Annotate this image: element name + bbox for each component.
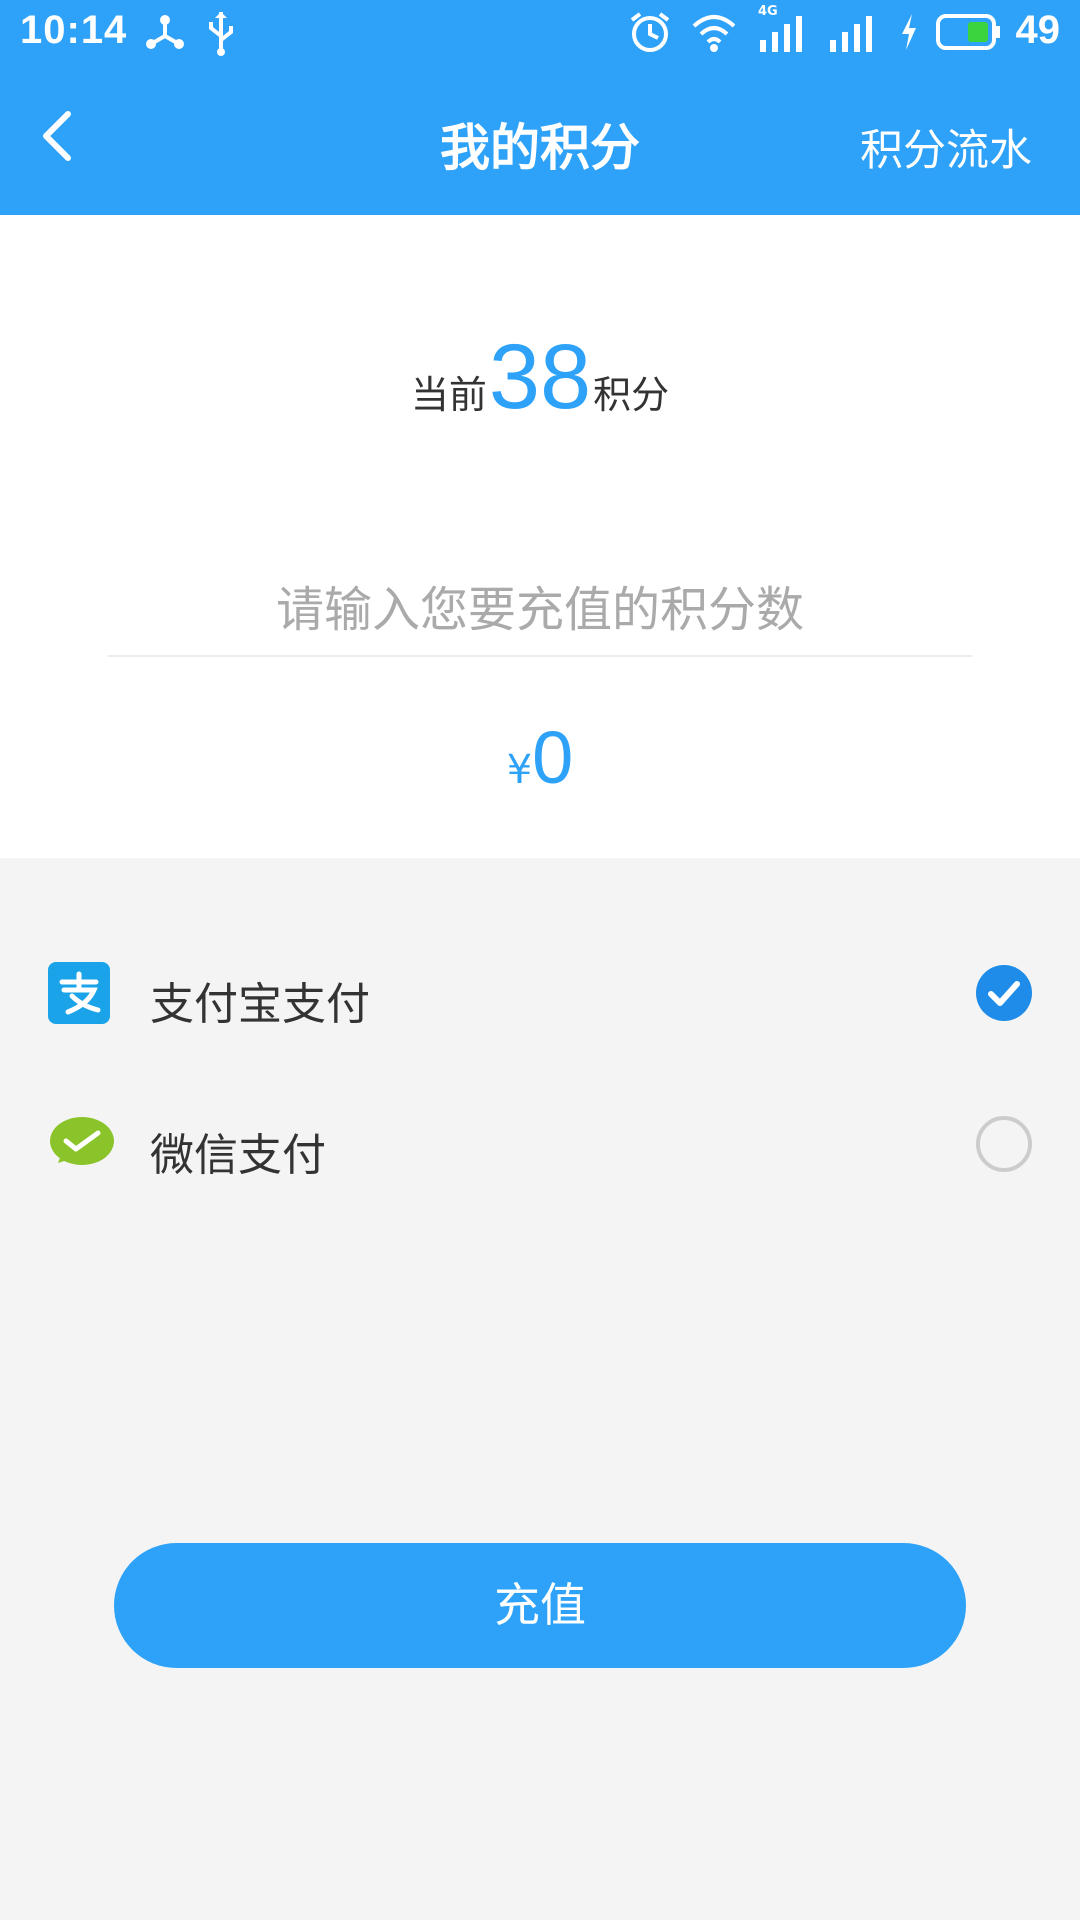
alipay-icon bbox=[48, 962, 114, 1024]
header: 10:14 4G 49 我的积分 积分流水 bbox=[0, 0, 1080, 215]
current-points-suffix: 积分 bbox=[593, 373, 670, 417]
alarm-icon bbox=[628, 10, 672, 58]
payment-option-wechat[interactable]: 微信支付 bbox=[0, 1075, 1080, 1215]
payment-option-alipay[interactable]: 支付宝支付 bbox=[0, 924, 1080, 1064]
radio-unchecked-icon[interactable] bbox=[976, 1116, 1032, 1172]
status-time: 10:14 bbox=[20, 8, 128, 52]
currency-symbol: ¥ bbox=[506, 747, 533, 793]
recharge-button[interactable]: 充值 bbox=[114, 1543, 966, 1668]
network-type: 4G bbox=[758, 4, 778, 19]
payment-label: 微信支付 bbox=[150, 1130, 326, 1181]
payment-label: 支付宝支付 bbox=[150, 979, 370, 1030]
wifi-icon bbox=[690, 10, 738, 58]
wechat-pay-icon bbox=[48, 1113, 116, 1175]
charging-icon bbox=[898, 10, 920, 58]
radio-checked-icon[interactable] bbox=[976, 965, 1032, 1021]
recharge-amount-input[interactable] bbox=[108, 550, 972, 670]
current-points: 当前38积分 bbox=[0, 325, 1080, 430]
points-card: 当前38积分 ¥0 bbox=[0, 215, 1080, 858]
input-divider bbox=[108, 655, 972, 657]
share-network-icon bbox=[145, 10, 185, 58]
current-points-prefix: 当前 bbox=[410, 373, 487, 417]
app-bar: 我的积分 积分流水 bbox=[0, 66, 1080, 215]
usb-icon bbox=[205, 10, 237, 60]
status-bar: 10:14 4G 49 bbox=[0, 0, 1080, 66]
cellular-icon bbox=[828, 10, 880, 58]
price-display: ¥0 bbox=[0, 715, 1080, 800]
price-value: 0 bbox=[532, 716, 574, 799]
current-points-value: 38 bbox=[488, 326, 592, 428]
points-history-link[interactable]: 积分流水 bbox=[860, 116, 1032, 178]
battery-level: 49 bbox=[1015, 8, 1061, 52]
battery-icon bbox=[934, 10, 1002, 58]
